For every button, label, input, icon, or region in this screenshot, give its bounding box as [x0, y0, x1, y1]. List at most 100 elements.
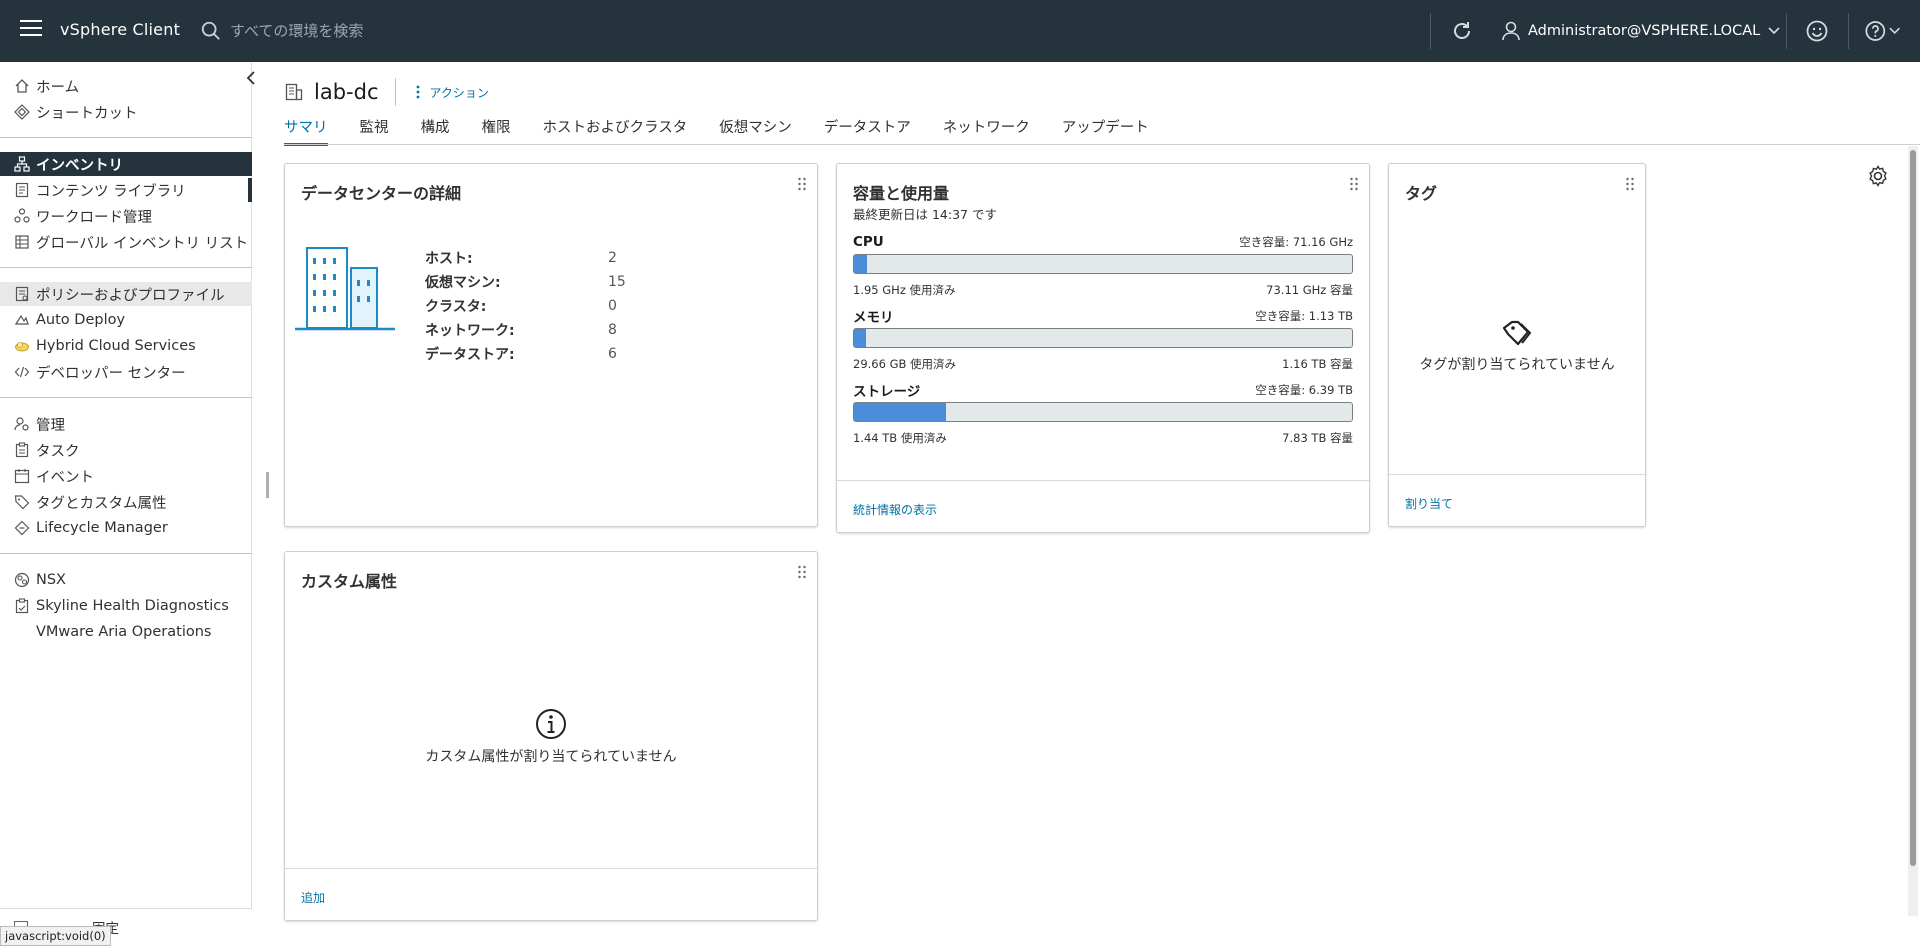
sidebar-item-policies[interactable]: ポリシーおよびプロファイル [0, 282, 252, 306]
search-icon [201, 21, 220, 40]
sidebar-item-lifecycle-manager[interactable]: Lifecycle Manager [0, 516, 252, 540]
content-library-icon [15, 182, 29, 198]
drag-handle-icon[interactable] [1349, 176, 1359, 192]
drag-handle-icon[interactable] [797, 176, 807, 192]
user-menu[interactable]: Administrator@VSPHERE.LOCAL [1502, 18, 1780, 44]
drag-handle-icon[interactable] [797, 564, 807, 580]
sidebar-item-label: インベントリ [36, 157, 123, 174]
tabs-divider [284, 144, 1920, 145]
app-title[interactable]: vSphere Client [60, 20, 180, 39]
gear-icon[interactable] [1866, 164, 1890, 188]
sidebar-item-label: Skyline Health Diagnostics [36, 598, 229, 614]
status-bar-url: javascript:void(0) [0, 926, 111, 946]
tab-configure[interactable]: 構成 [421, 116, 450, 146]
tab-networks[interactable]: ネットワーク [943, 116, 1030, 146]
resource-name: CPU [853, 234, 884, 250]
sidebar-item-label: イベント [36, 469, 94, 486]
view-stats-link[interactable]: 統計情報の表示 [853, 501, 937, 518]
tab-datastores[interactable]: データストア [824, 116, 911, 146]
sidebar-divider [0, 553, 252, 554]
assign-tag-link[interactable]: 割り当て [1405, 495, 1453, 512]
hybrid-cloud-icon [15, 342, 29, 352]
sidebar-item-shortcuts[interactable]: ショートカット [0, 100, 252, 124]
global-search[interactable] [200, 18, 580, 44]
auto-deploy-icon [14, 314, 29, 325]
sidebar-item-label: ワークロード管理 [36, 209, 152, 226]
navigation-sidebar: ホーム ショートカット インベントリ コンテンツ ライブラリ ワークロード管理 … [0, 62, 255, 937]
sidebar-item-tasks[interactable]: タスク [0, 438, 252, 462]
last-updated-text: 最終更新日は 14:37 です [853, 207, 997, 222]
stat-label: クラスタ: [425, 299, 487, 315]
capacity-usage-card: 容量と使用量 最終更新日は 14:37 です CPU 空き容量: 71.16 GH… [836, 163, 1370, 533]
sidebar-item-label: グローバル インベントリ リスト [36, 235, 249, 252]
sidebar-item-label: Hybrid Cloud Services [36, 338, 196, 354]
card-title: タグ [1405, 184, 1438, 203]
sidebar-item-events[interactable]: イベント [0, 464, 252, 488]
sidebar-item-tags-custom-attributes[interactable]: タグとカスタム属性 [0, 490, 252, 514]
stat-value: 2 [608, 250, 617, 266]
sidebar-item-label: Auto Deploy [36, 312, 126, 328]
datacenter-illustration [295, 247, 395, 331]
resource-capacity: 7.83 TB 容量 [1282, 431, 1353, 445]
storage-usage-bar [853, 402, 1353, 422]
sidebar-resize-handle[interactable] [266, 472, 269, 498]
datacenter-details-card: データセンターの詳細 ホスト: 2 仮想マシン: 15 クラスタ: 0 ネットワーク:… [284, 163, 818, 527]
stat-row-networks: ネットワーク: 8 [425, 318, 626, 342]
scrollbar-thumb[interactable] [1910, 150, 1916, 866]
kebab-menu-icon [416, 85, 419, 99]
tags-card: タグ タグが割り当てられていません 割り当て [1388, 163, 1646, 527]
sidebar-item-hybrid-cloud[interactable]: Hybrid Cloud Services [0, 334, 252, 358]
resource-used: 1.44 TB 使用済み [853, 431, 947, 445]
tab-vms[interactable]: 仮想マシン [719, 116, 792, 146]
cpu-usage: CPU 空き容量: 71.16 GHz 1.95 GHz 使用済み 73.11 GH… [853, 234, 1353, 298]
drag-handle-icon[interactable] [1625, 176, 1635, 192]
sidebar-item-developer-center[interactable]: デベロッパー センター [0, 360, 252, 384]
sidebar-item-global-inventory[interactable]: グローバル インベントリ リスト [0, 230, 252, 254]
datacenter-stats: ホスト: 2 仮想マシン: 15 クラスタ: 0 ネットワーク: 8 データストア: 6 [425, 246, 626, 366]
skyline-icon [15, 598, 29, 614]
search-input[interactable] [230, 22, 570, 40]
add-attribute-link[interactable]: 追加 [301, 889, 325, 906]
sidebar-item-admin[interactable]: 管理 [0, 412, 252, 436]
sidebar-item-label: 管理 [36, 417, 65, 434]
tag-icon [14, 495, 30, 510]
tab-summary[interactable]: サマリ [284, 116, 328, 146]
sidebar-item-label: コンテンツ ライブラリ [36, 183, 186, 200]
help-icon [1865, 21, 1886, 41]
sidebar-item-aria-operations[interactable]: VMware Aria Operations [0, 620, 252, 644]
sidebar-item-label: タスク [36, 443, 80, 460]
sidebar-item-label: VMware Aria Operations [36, 624, 212, 640]
sidebar-item-label: タグとカスタム属性 [36, 495, 167, 512]
stat-row-hosts: ホスト: 2 [425, 246, 626, 270]
tasks-icon [15, 442, 29, 458]
sidebar-item-auto-deploy[interactable]: Auto Deploy [0, 308, 252, 332]
info-icon [536, 709, 566, 739]
refresh-icon[interactable] [1450, 19, 1474, 43]
workload-icon [14, 208, 30, 223]
sidebar-item-nsx[interactable]: NSX [0, 568, 252, 592]
sidebar-item-inventory[interactable]: インベントリ [0, 152, 252, 176]
tab-monitor[interactable]: 監視 [360, 116, 389, 146]
sidebar-item-workload[interactable]: ワークロード管理 [0, 204, 252, 228]
tab-permissions[interactable]: 権限 [482, 116, 511, 146]
sidebar-item-home[interactable]: ホーム [0, 74, 252, 98]
stat-row-datastores: データストア: 6 [425, 342, 626, 366]
stat-value: 15 [608, 274, 626, 290]
header-divider [1848, 13, 1849, 49]
sidebar-item-content-library[interactable]: コンテンツ ライブラリ [0, 178, 252, 202]
card-title: 容量と使用量 [853, 184, 950, 203]
help-menu[interactable] [1864, 19, 1900, 43]
admin-icon [14, 417, 29, 431]
stat-value: 8 [608, 322, 617, 338]
sidebar-item-skyline[interactable]: Skyline Health Diagnostics [0, 594, 252, 618]
tab-hosts-clusters[interactable]: ホストおよびクラスタ [543, 116, 688, 146]
feedback-smiley-icon[interactable] [1805, 19, 1829, 43]
actions-menu[interactable]: アクション [412, 84, 489, 101]
sidebar-item-label: Lifecycle Manager [36, 520, 168, 536]
sidebar-divider [0, 267, 252, 268]
tab-updates[interactable]: アップデート [1062, 116, 1149, 146]
main-scrollbar[interactable] [1908, 146, 1918, 916]
resource-used: 29.66 GB 使用済み [853, 357, 957, 371]
hamburger-menu-icon[interactable] [20, 20, 42, 42]
cpu-usage-bar [853, 254, 1353, 274]
